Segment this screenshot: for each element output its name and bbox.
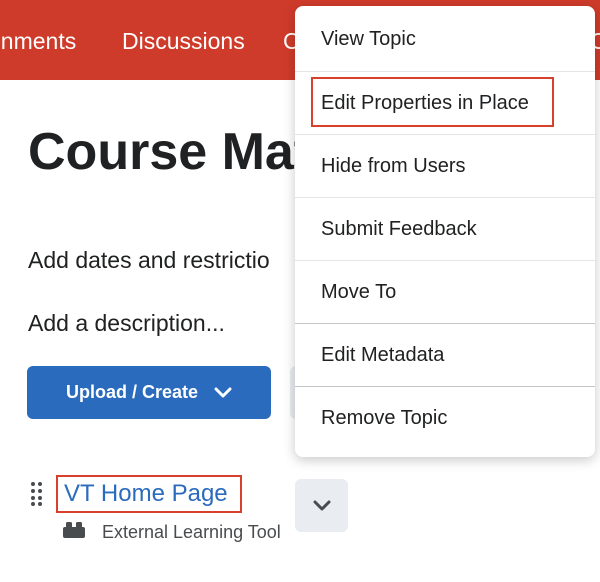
menu-item-move-to[interactable]: Move To	[295, 261, 595, 324]
nav-item-discussions[interactable]: Discussions	[122, 28, 245, 55]
topic-actions-dropdown-button[interactable]	[295, 479, 348, 532]
highlight-annotation-box	[311, 77, 554, 127]
topic-type-label: External Learning Tool	[102, 522, 281, 542]
drag-handle-icon[interactable]	[30, 482, 44, 506]
topic-title-link[interactable]: VT Home Page	[56, 475, 242, 513]
upload-create-label: Upload / Create	[65, 382, 199, 402]
upload-create-button[interactable]: Upload / Create	[27, 366, 271, 419]
menu-item-edit-metadata[interactable]: Edit Metadata	[295, 324, 595, 387]
puzzle-piece-icon	[63, 522, 85, 538]
menu-item-submit-feedback[interactable]: Submit Feedback	[295, 198, 595, 261]
add-dates-restrictions-link[interactable]: Add dates and restrictio	[28, 247, 270, 274]
nav-item-assignments[interactable]: gnments	[0, 28, 76, 55]
topic-context-menu: View Topic Edit Properties in Place Hide…	[295, 6, 595, 457]
menu-item-remove-topic[interactable]: Remove Topic	[295, 387, 595, 450]
menu-item-hide-from-users[interactable]: Hide from Users	[295, 135, 595, 198]
chevron-down-icon	[214, 387, 232, 397]
add-description-link[interactable]: Add a description...	[28, 310, 225, 337]
page-title: Course Mat	[28, 123, 312, 181]
menu-item-view-topic[interactable]: View Topic	[295, 8, 595, 71]
chevron-down-icon	[313, 500, 330, 510]
